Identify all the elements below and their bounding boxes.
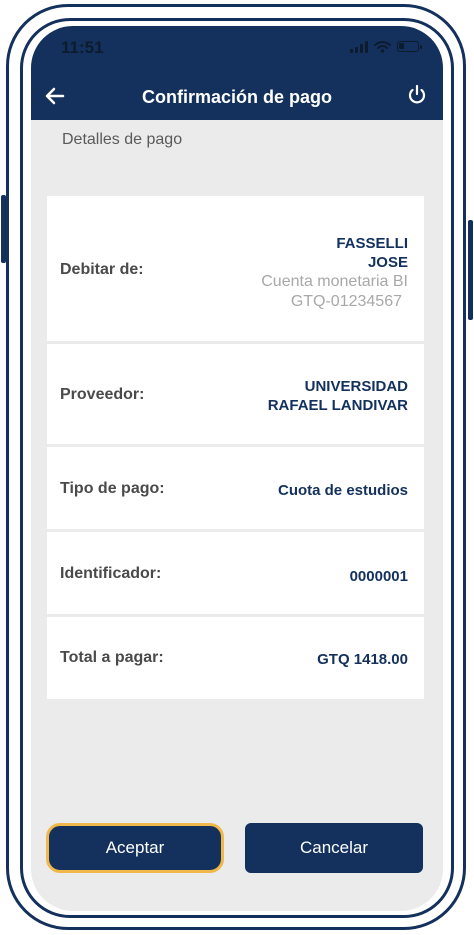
debitar-label: Debitar de: [60,261,144,278]
payment-details-card: Debitar de: FASSELLI JOSE Cuenta monetar… [47,196,424,699]
total-label: Total a pagar: [60,649,164,666]
page-title: Confirmación de pago [141,87,332,107]
section-label: Detalles de pago [62,131,183,148]
proveedor-line1: UNIVERSIDAD [304,378,408,395]
accept-button[interactable]: Aceptar [46,823,224,873]
debitar-value: FASSELLI JOSE Cuenta monetaria BI GTQ-01… [261,234,408,312]
battery-level-fill [399,43,405,49]
battery-icon [397,41,422,52]
account-holder-first: FASSELLI [336,235,408,252]
account-type: Cuenta monetaria BI [261,273,408,290]
detail-row-identificador: Identificador: 0000001 [47,532,424,617]
proveedor-value: UNIVERSIDAD RAFAEL LANDIVAR [268,377,408,415]
proveedor-label: Proveedor: [60,386,145,403]
phone-side-button-left [1,195,6,263]
identificador-label: Identificador: [60,565,162,582]
status-time: 11:51 [61,38,104,57]
account-holder-second: JOSE [367,254,408,271]
detail-row-proveedor: Proveedor: UNIVERSIDAD RAFAEL LANDIVAR [47,344,424,447]
tipo-pago-value: Cuota de estudios [277,482,408,499]
wifi-icon [374,41,391,53]
proveedor-line2: RAFAEL LANDIVAR [267,397,408,414]
total-value: GTQ 1418.00 [317,651,408,668]
phone-side-button-right [468,220,473,320]
tipo-pago-label: Tipo de pago: [60,480,165,497]
status-icons [350,40,422,53]
account-number: GTQ-01234567 [290,293,402,310]
identificador-value: 0000001 [349,568,408,585]
app-header: 11:51 Confirmación de pago [31,26,443,120]
app-screen: 11:51 Confirmación de pago Detalles de p… [31,26,443,911]
detail-row-tipo-pago: Tipo de pago: Cuota de estudios [47,447,424,532]
detail-row-debitar: Debitar de: FASSELLI JOSE Cuenta monetar… [47,196,424,344]
power-icon[interactable] [405,83,429,107]
signal-icon [350,40,368,53]
cancel-button[interactable]: Cancelar [245,823,423,873]
detail-row-total: Total a pagar: GTQ 1418.00 [47,617,424,699]
